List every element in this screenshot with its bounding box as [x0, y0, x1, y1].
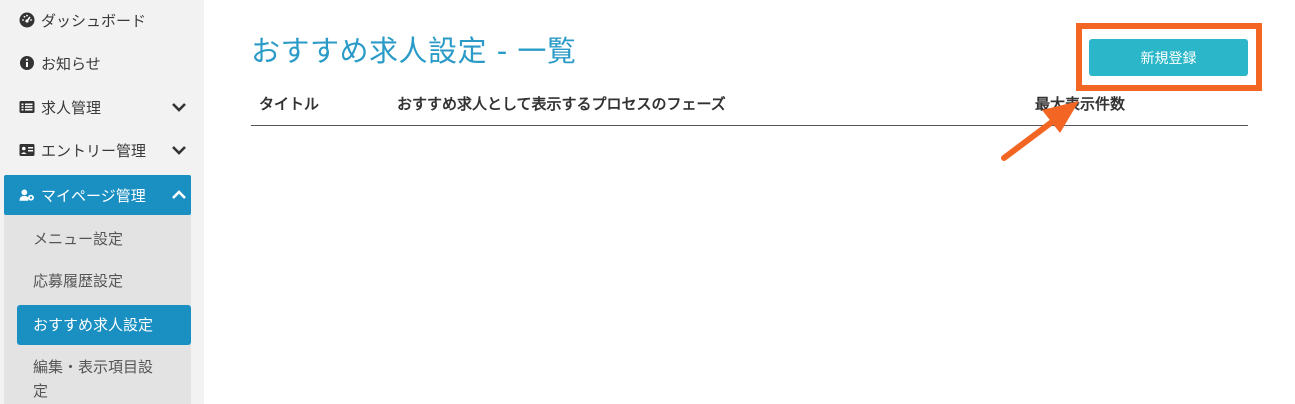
- sidebar-item-label: ダッシュボード: [41, 11, 147, 30]
- sidebar-subitem-recommended-jobs[interactable]: おすすめ求人設定: [17, 305, 191, 345]
- chevron-up-icon: [172, 190, 186, 199]
- chevron-down-icon: [172, 103, 186, 112]
- column-header-max-count: 最大表示件数: [1035, 95, 1126, 113]
- page-title: おすすめ求人設定 - 一覧: [251, 34, 577, 68]
- chevron-down-icon: [172, 146, 186, 155]
- id-card-icon: [19, 142, 35, 158]
- sidebar-item-label: マイページ管理: [41, 186, 146, 205]
- sidebar-subitem-menu-settings[interactable]: メニュー設定: [17, 227, 191, 251]
- list-icon: [19, 99, 35, 115]
- sidebar-item-label: お知らせ: [41, 54, 101, 73]
- sidebar-item-news[interactable]: お知らせ: [4, 43, 191, 83]
- info-icon: [19, 55, 35, 71]
- annotation-highlight-box: [1076, 23, 1262, 91]
- sidebar-item-label: エントリー管理: [41, 141, 147, 160]
- sidebar: ダッシュボード お知らせ 求人管理 エントリー管理 マイページ管理 メニュー設定…: [0, 0, 204, 404]
- sidebar-submenu: メニュー設定 応募履歴設定 おすすめ求人設定 編集・表示項目設定: [4, 215, 191, 404]
- column-header-phase: おすすめ求人として表示するプロセスのフェーズ: [397, 95, 726, 113]
- sidebar-subitem-edit-display-items[interactable]: 編集・表示項目設定: [17, 355, 167, 403]
- table-header-divider: [251, 125, 1248, 126]
- sidebar-item-mypage[interactable]: マイページ管理: [4, 175, 191, 215]
- sidebar-subitem-application-history[interactable]: 応募履歴設定: [17, 269, 191, 293]
- sidebar-item-entries[interactable]: エントリー管理: [4, 130, 191, 170]
- sidebar-item-jobs[interactable]: 求人管理: [4, 87, 191, 127]
- dashboard-icon: [19, 12, 35, 28]
- sidebar-item-dashboard[interactable]: ダッシュボード: [4, 0, 191, 40]
- column-header-title: タイトル: [259, 95, 320, 113]
- user-gear-icon: [19, 187, 35, 203]
- sidebar-item-label: 求人管理: [41, 98, 102, 117]
